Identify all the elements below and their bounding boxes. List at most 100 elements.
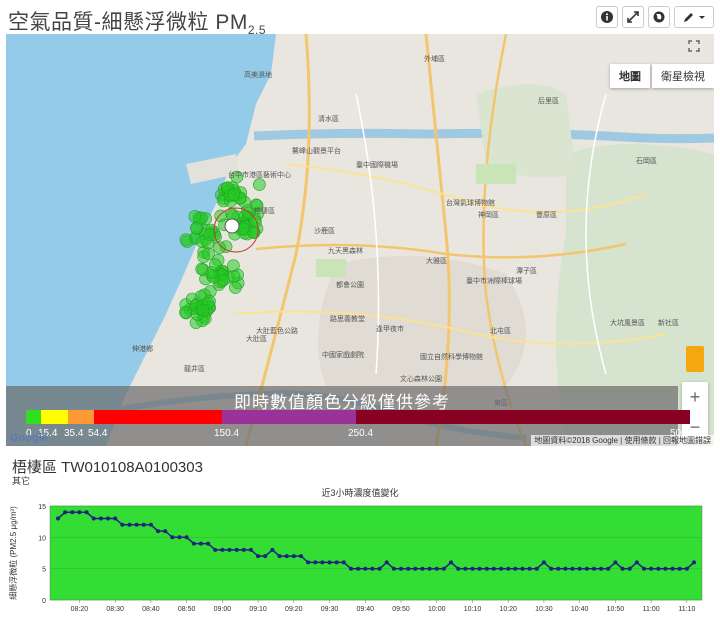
map-fullscreen-button[interactable] bbox=[684, 36, 704, 56]
data-point bbox=[592, 566, 596, 571]
info-icon bbox=[601, 11, 613, 23]
street-view-pegman-icon[interactable] bbox=[686, 346, 704, 372]
station-marker[interactable] bbox=[229, 281, 242, 294]
data-point bbox=[206, 541, 211, 546]
data-point bbox=[463, 566, 468, 571]
data-point bbox=[506, 566, 511, 571]
map-label: 神岡區 bbox=[478, 212, 499, 219]
data-point bbox=[634, 560, 639, 565]
data-point bbox=[384, 560, 389, 565]
map-label: 都會公園 bbox=[336, 282, 364, 289]
data-point bbox=[270, 547, 275, 552]
map-basemap bbox=[6, 34, 714, 446]
legend-swatch bbox=[41, 410, 68, 424]
data-point bbox=[599, 566, 604, 571]
y-axis-label: 細懸浮微粒 (PM2.5 μg/m³) bbox=[8, 506, 18, 600]
x-tick-label: 10:00 bbox=[428, 606, 446, 613]
data-point bbox=[391, 566, 396, 571]
x-tick-label: 09:20 bbox=[285, 606, 303, 613]
map-type-satellite-button[interactable]: 衛星檢視 bbox=[652, 64, 714, 88]
globe-button[interactable] bbox=[648, 6, 670, 28]
map-label: 台中市港區藝術中心 bbox=[228, 172, 291, 179]
station-marker[interactable] bbox=[227, 259, 240, 272]
data-point bbox=[170, 535, 175, 540]
y-tick-label: 0 bbox=[42, 598, 46, 605]
legend-swatch bbox=[94, 410, 222, 424]
data-point bbox=[284, 554, 289, 559]
data-point bbox=[642, 566, 646, 571]
station-marker[interactable] bbox=[227, 188, 241, 201]
pm25-line-chart: 0 5 10 15 08:20 08:30 08:40 08:50 09:00 09:10 09:2… bbox=[8, 504, 703, 613]
data-point bbox=[584, 566, 589, 571]
data-point bbox=[613, 560, 618, 565]
expand-button[interactable] bbox=[622, 6, 644, 28]
station-pin-icon[interactable] bbox=[224, 218, 240, 234]
legend-swatch bbox=[222, 410, 356, 424]
x-tick-label: 09:00 bbox=[214, 606, 232, 613]
station-marker[interactable] bbox=[179, 305, 192, 319]
data-point bbox=[241, 547, 246, 552]
station-marker[interactable] bbox=[179, 233, 193, 246]
data-point bbox=[556, 566, 561, 571]
station-marker[interactable] bbox=[213, 241, 226, 254]
data-point bbox=[313, 560, 318, 565]
map-label: 臺中國際機場 bbox=[356, 162, 398, 169]
x-tick-label: 09:40 bbox=[357, 606, 375, 613]
data-point bbox=[441, 566, 446, 571]
header: 空氣品質-細懸浮微粒 PM2.5 bbox=[0, 0, 720, 37]
data-point bbox=[692, 560, 696, 565]
station-marker[interactable] bbox=[208, 258, 222, 271]
map-type-map-button[interactable]: 地圖 bbox=[610, 64, 650, 88]
map-type-label: 地圖 bbox=[619, 71, 641, 83]
data-point bbox=[670, 566, 675, 571]
zoom-in-button[interactable]: + bbox=[682, 382, 708, 412]
globe-icon bbox=[653, 11, 665, 23]
legend-color-bar bbox=[26, 410, 690, 424]
data-point bbox=[370, 566, 375, 571]
station-marker[interactable] bbox=[227, 270, 241, 283]
y-tick-label: 10 bbox=[38, 535, 46, 542]
chart-plot-area bbox=[49, 505, 703, 601]
data-point bbox=[84, 510, 89, 515]
map-label: 沙鹿區 bbox=[314, 228, 335, 235]
data-point bbox=[320, 560, 325, 565]
data-point bbox=[363, 566, 368, 571]
map-label: 大肚藍色公路 bbox=[256, 328, 298, 335]
data-point bbox=[677, 566, 682, 571]
station-marker[interactable] bbox=[188, 210, 202, 223]
data-point bbox=[527, 566, 532, 571]
data-point bbox=[198, 541, 203, 546]
map-label: 梧棲區 bbox=[254, 208, 275, 215]
data-point bbox=[470, 566, 475, 571]
x-tick-label: 11:00 bbox=[643, 606, 660, 613]
data-point bbox=[277, 554, 282, 559]
data-point bbox=[570, 566, 575, 571]
map-view[interactable]: 高美濕地 清水區 梧棲區 台中市港區藝術中心 鰲峰山觀景平台 臺中國際機場 台灣… bbox=[6, 34, 714, 446]
x-tick-label: 08:40 bbox=[142, 606, 160, 613]
station-marker[interactable] bbox=[249, 215, 262, 228]
data-point bbox=[399, 566, 403, 571]
legend-swatch bbox=[26, 410, 41, 424]
station-marker[interactable] bbox=[196, 303, 210, 317]
map-label: 清水區 bbox=[318, 116, 339, 123]
google-logo: Google bbox=[10, 432, 48, 444]
legend-tick: 35.4 bbox=[64, 428, 84, 439]
data-point bbox=[349, 566, 353, 571]
data-point bbox=[356, 566, 361, 571]
data-point bbox=[427, 566, 432, 571]
chart-title: 近3小時濃度值變化 bbox=[321, 488, 399, 498]
data-point bbox=[520, 566, 525, 571]
x-tick-label: 10:40 bbox=[571, 606, 589, 613]
map-credit[interactable]: 地圖資料©2018 Google | 使用條款 | 回報地圖錯誤 bbox=[531, 435, 714, 446]
info-button[interactable] bbox=[596, 6, 618, 28]
station-marker[interactable] bbox=[253, 178, 266, 191]
x-tick-label: 08:50 bbox=[178, 606, 196, 613]
y-tick-label: 5 bbox=[42, 567, 46, 574]
pencil-dropdown-button[interactable] bbox=[674, 6, 714, 28]
map-label: 路思義教堂 bbox=[330, 316, 365, 323]
data-point bbox=[291, 554, 296, 559]
data-point bbox=[234, 547, 239, 552]
map-label: 北屯區 bbox=[490, 328, 511, 335]
x-tick-label: 09:30 bbox=[321, 606, 339, 613]
data-point bbox=[327, 560, 332, 565]
